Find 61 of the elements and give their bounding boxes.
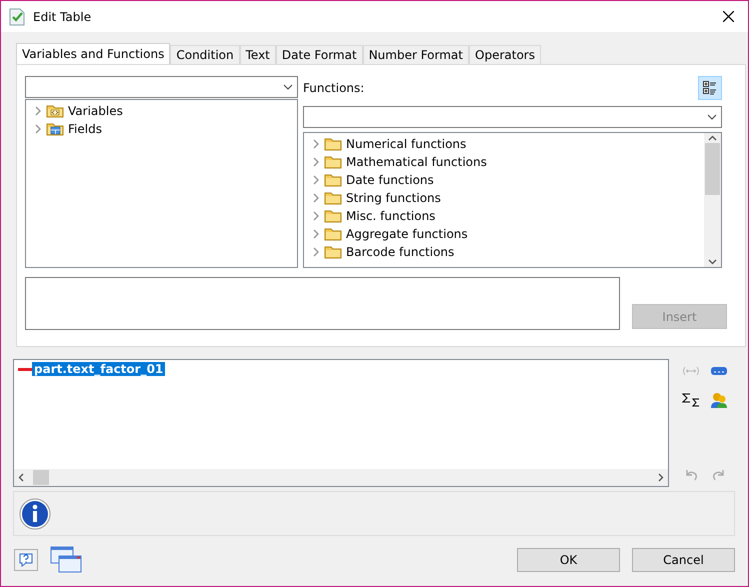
brackets-icon[interactable] [682,366,700,376]
scrollbar[interactable] [14,469,668,486]
expand-icon[interactable] [34,124,42,134]
redo-icon[interactable] [713,469,725,481]
folder-icon [46,122,64,136]
expand-icon[interactable] [312,193,320,203]
scroll-thumb[interactable] [705,143,720,195]
folder-icon [324,227,342,241]
tree-item[interactable]: Mathematical functions [346,155,487,169]
field-icon[interactable] [710,366,728,376]
formula-editor[interactable]: part.text_factor_01 [13,359,669,487]
expand-icon[interactable] [312,157,320,167]
tree-item[interactable]: Misc. functions [346,209,436,223]
formula-text: part.text_factor_01 [32,362,166,376]
folder-icon [324,191,342,205]
sum-icon[interactable] [682,393,700,407]
tree-item[interactable]: Barcode functions [346,245,454,259]
scrollbar[interactable] [704,133,721,267]
dropdown-field[interactable] [303,106,722,128]
tree-item[interactable]: Variables [68,104,123,118]
scroll-left-icon[interactable] [18,473,24,482]
ok-button[interactable]: OK [517,548,620,572]
tree-item[interactable]: Date functions [346,173,434,187]
tree-item[interactable]: Numerical functions [346,137,466,151]
expand-icon[interactable] [312,175,320,185]
undo-icon[interactable] [685,469,697,481]
help-icon[interactable] [14,549,38,571]
expand-icon[interactable] [312,211,320,221]
folder-icon [324,209,342,223]
dropdown-field[interactable] [25,76,298,98]
folder-icon [46,104,64,118]
users-icon[interactable] [710,391,728,409]
folder-icon [324,137,342,151]
tab[interactable]: Number Format [362,45,469,64]
scroll-thumb[interactable] [33,470,49,485]
windows-icon[interactable] [50,546,82,574]
tab[interactable]: Date Format [276,45,363,64]
expand-icon[interactable] [34,106,42,116]
tree-item[interactable]: Fields [68,122,102,136]
folder-icon [324,173,342,187]
window-title: Edit Table [33,10,92,24]
scroll-down-icon[interactable] [708,259,717,265]
document-check-icon [9,8,25,26]
info-icon [19,498,51,530]
expand-icon[interactable] [312,139,320,149]
tab[interactable]: Variables and Functions [16,43,170,64]
tree-item[interactable]: String functions [346,191,441,205]
folder-icon [324,245,342,259]
close-icon[interactable] [723,11,734,22]
tree-item[interactable]: Aggregate functions [346,227,468,241]
expand-all-icon[interactable] [698,76,722,100]
folder-icon [324,155,342,169]
scroll-right-icon[interactable] [658,473,664,482]
tab[interactable]: Condition [170,45,240,64]
functions-label: Functions: [303,81,364,95]
expand-icon[interactable] [312,247,320,257]
tab[interactable]: Operators [469,45,541,64]
cancel-button[interactable]: Cancel [632,548,735,572]
tab[interactable]: Text [240,45,276,64]
scroll-up-icon[interactable] [708,135,717,141]
expand-icon[interactable] [312,229,320,239]
